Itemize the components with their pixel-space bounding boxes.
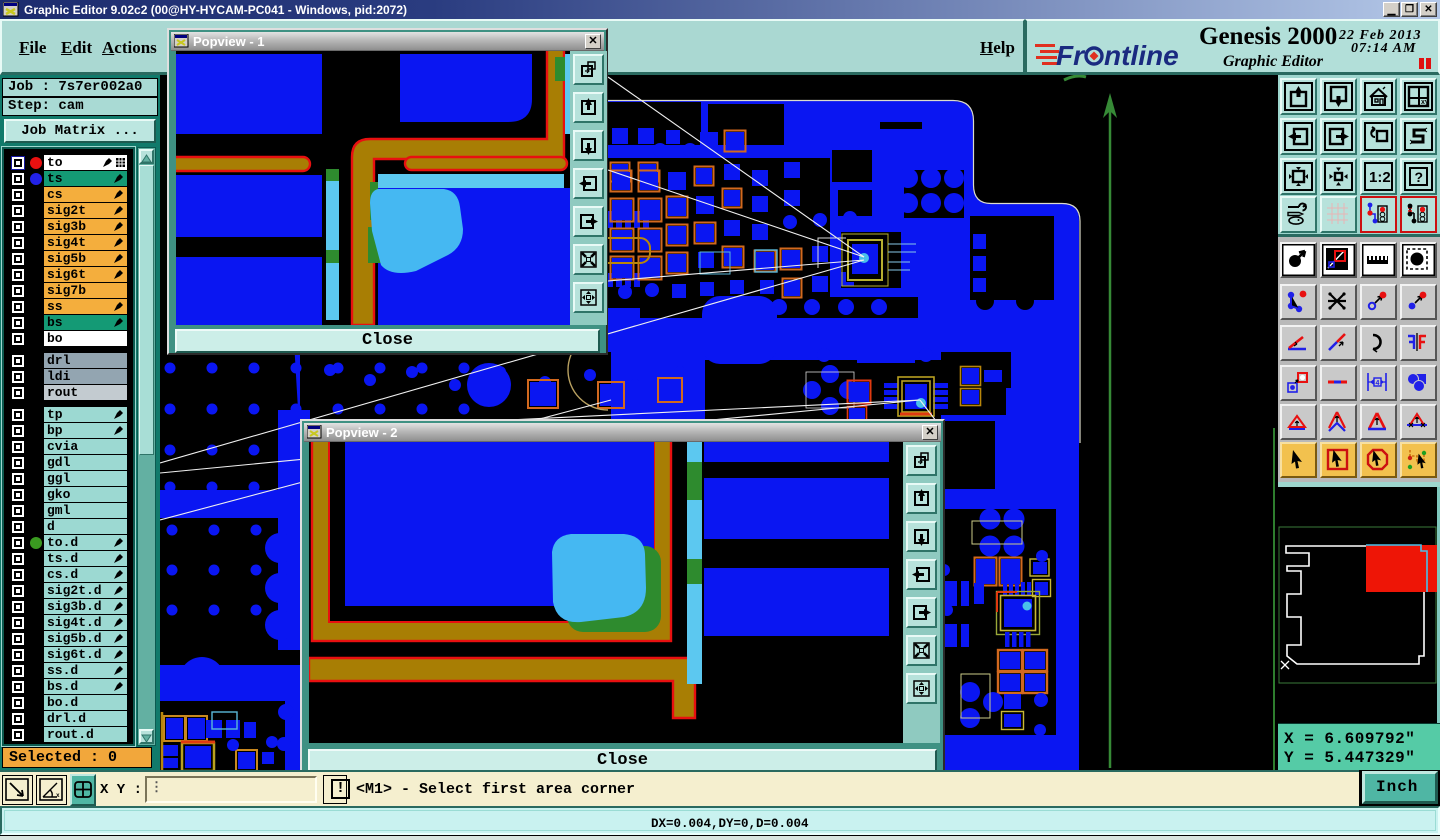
svg-text:xy: xy — [1421, 99, 1429, 106]
svg-text:?: ? — [1415, 169, 1424, 185]
svg-text:ntline: ntline — [1104, 40, 1179, 71]
svg-text:x: x — [56, 792, 60, 799]
svg-text:1:2: 1:2 — [1369, 169, 1391, 186]
svg-text:4: 4 — [1376, 380, 1380, 387]
svg-text:Fr: Fr — [1056, 40, 1086, 71]
